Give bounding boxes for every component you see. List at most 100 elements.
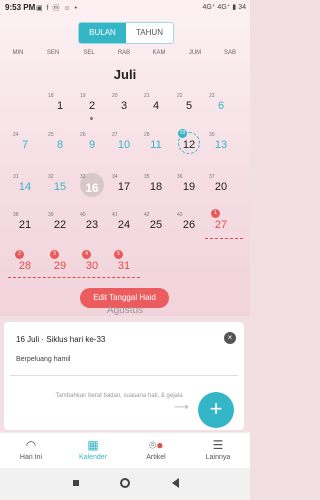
weekday-label: KAM: [152, 50, 166, 56]
date-number: 28: [18, 260, 32, 272]
date-number: 24: [117, 219, 131, 231]
nav-today[interactable]: ◠ Hari Ini: [0, 433, 62, 469]
calendar-day[interactable]: 33 16: [76, 173, 108, 204]
calendar-day[interactable]: 5 31: [108, 250, 140, 283]
date-number: 3: [120, 100, 128, 112]
date-number: 17: [117, 181, 131, 193]
date-number: 23: [85, 219, 99, 231]
calendar-icon: ▦: [87, 438, 99, 452]
date-number: 1: [56, 100, 64, 112]
date-number: 30: [85, 260, 99, 272]
year-view-button[interactable]: TAHUN: [126, 23, 173, 43]
calendar-day[interactable]: 29 12: [173, 129, 205, 162]
cycle-day-number: 28: [144, 132, 150, 138]
cycle-day-number: 35: [144, 174, 150, 180]
calendar-day[interactable]: 26 9: [76, 132, 108, 162]
calendar-day[interactable]: 39 22: [44, 212, 76, 242]
back-icon[interactable]: [172, 478, 179, 488]
next-month-title: Agustus: [106, 305, 144, 316]
date-number: 6: [217, 100, 225, 112]
cycle-day-number: 23: [209, 93, 215, 99]
period-day-badge: 3: [50, 250, 59, 259]
date-number: 5: [185, 100, 193, 112]
notification-icons: ▣ f ⓜ ☺ •: [36, 5, 78, 12]
cycle-day-number: 30: [209, 132, 215, 138]
cycle-day-number: 20: [112, 93, 118, 99]
date-number: 11: [150, 139, 162, 151]
home-icon[interactable]: [120, 478, 130, 488]
calendar-day[interactable]: 42 25: [140, 212, 172, 242]
calendar-day[interactable]: 38 21: [9, 212, 41, 242]
calendar-day[interactable]: 41 24: [108, 212, 140, 242]
day-detail-title: 16 Juli · Siklus hari ke-33: [16, 335, 106, 344]
close-icon[interactable]: ×: [224, 332, 236, 344]
calendar-day[interactable]: 2 28: [9, 250, 41, 283]
period-day-badge: 2: [15, 250, 24, 259]
fertile-dot-icon: [90, 117, 93, 120]
nav-today-label: Hari Ini: [19, 454, 43, 461]
calendar-day[interactable]: 28 11: [140, 132, 172, 162]
calendar-day[interactable]: 37 20: [205, 174, 237, 204]
recent-apps-icon[interactable]: [73, 480, 79, 486]
weekday-label: SEL: [83, 50, 95, 56]
cycle-day-number: 43: [177, 212, 183, 218]
calendar-day[interactable]: 21 4: [140, 93, 172, 123]
period-day-badge: 1: [211, 209, 220, 218]
calendar-day[interactable]: 30 13: [205, 132, 237, 162]
cycle-day-number: 38: [13, 212, 19, 218]
calendar-day[interactable]: 40 23: [76, 212, 108, 242]
cycle-day-badge: 29: [178, 129, 187, 138]
calendar-day[interactable]: 3 29: [44, 250, 76, 283]
cycle-day-number: 40: [80, 212, 86, 218]
period-day-badge: 4: [82, 250, 91, 259]
cycle-day-number: 22: [177, 93, 183, 99]
cycle-day-number: 42: [144, 212, 150, 218]
calendar-day[interactable]: 25 8: [44, 132, 76, 162]
status-time: 9:53 PM: [5, 3, 36, 12]
cycle-day-number: 34: [112, 174, 118, 180]
calendar-day[interactable]: 27 10: [108, 132, 140, 162]
calendar-day[interactable]: 22 5: [173, 93, 205, 123]
date-number: 9: [88, 139, 96, 151]
system-nav-bar: [0, 468, 250, 500]
date-number: 13: [214, 139, 228, 151]
nav-more[interactable]: ☰ Lainnya: [187, 433, 249, 469]
calendar-day[interactable]: 34 17: [108, 174, 140, 204]
status-bar: 9:53 PM ▣ f ⓜ ☺ • 4G⁺ 4G⁺ ▮ 34: [0, 0, 250, 16]
date-number: 7: [21, 139, 29, 151]
calendar-day[interactable]: 24 7: [9, 132, 41, 162]
divider: [10, 375, 238, 376]
date-number: 4: [152, 100, 160, 112]
weekday-label: RAB: [117, 50, 131, 56]
cycle-day-number: 37: [209, 174, 215, 180]
calendar-day[interactable]: 20 3: [108, 93, 140, 123]
calendar-day[interactable]: 43 26: [173, 212, 205, 242]
fertility-status: Berpeluang hamil: [16, 356, 71, 363]
period-underline: [205, 238, 243, 239]
date-number: 21: [18, 219, 32, 231]
date-number: 18: [149, 181, 163, 193]
date-number: 29: [53, 260, 67, 272]
cycle-day-number: 25: [48, 132, 54, 138]
nav-calendar[interactable]: ▦ Kalender: [62, 433, 124, 469]
calendar-day[interactable]: 32 15: [44, 174, 76, 204]
calendar-day[interactable]: 31 14: [9, 174, 41, 204]
add-log-button[interactable]: +: [198, 392, 234, 428]
calendar-day[interactable]: 23 6: [205, 93, 237, 123]
date-number: 20: [214, 181, 228, 193]
calendar-day[interactable]: 4 30: [76, 250, 108, 283]
nav-article[interactable]: ⌾● Artikel: [125, 433, 187, 469]
weekday-label: SAB: [223, 50, 236, 56]
arrow-right-icon: ⟶: [174, 402, 189, 413]
cycle-ring-icon: ◠: [25, 438, 37, 452]
date-number: 26: [182, 219, 196, 231]
month-view-button[interactable]: BULAN: [79, 23, 126, 43]
calendar-day[interactable]: 36 19: [173, 174, 205, 204]
weekday-header: MIN SEN SEL RAB KAM JUM SAB: [0, 50, 250, 60]
status-indicators: 4G⁺ 4G⁺ ▮ 34: [202, 4, 246, 11]
cycle-day-number: 31: [13, 174, 19, 180]
cycle-day-number: 21: [144, 93, 150, 99]
calendar-day[interactable]: 35 18: [140, 174, 172, 204]
calendar-day[interactable]: 18 1: [44, 93, 76, 123]
bottom-nav: ◠ Hari Ini ▦ Kalender ⌾● Artikel ☰ Lainn…: [0, 432, 250, 469]
